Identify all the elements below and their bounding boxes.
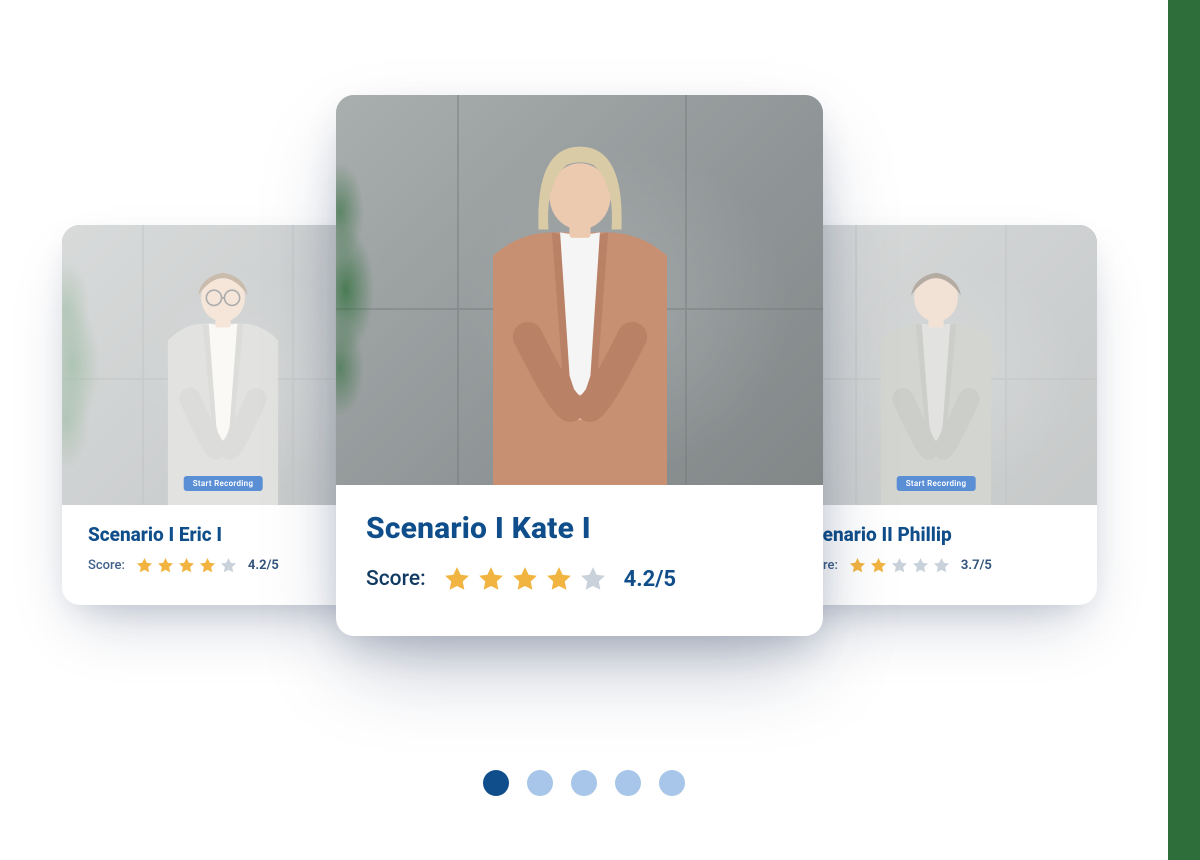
- star-icon: [177, 556, 196, 575]
- carousel-stage: Start Recording Scenario I Eric I Score:…: [0, 0, 1168, 860]
- star-icon: [869, 556, 888, 575]
- start-recording-chip[interactable]: Start Recording: [897, 476, 976, 491]
- star-rating: [848, 556, 951, 575]
- scenario-title: Scenario I Eric I: [88, 523, 358, 546]
- start-recording-chip[interactable]: Start Recording: [184, 476, 263, 491]
- carousel-pagination: [0, 770, 1168, 796]
- star-icon: [476, 564, 506, 594]
- star-icon: [219, 556, 238, 575]
- star-icon: [442, 564, 472, 594]
- side-accent-bar: [1168, 0, 1200, 860]
- carousel-card-active[interactable]: Scenario I Kate I Score: 4.2/5: [336, 95, 823, 636]
- carousel-card-next[interactable]: Start Recording Scenario II Phillip Scor…: [775, 225, 1097, 605]
- score-row: Score: 3.7/5: [801, 556, 1071, 575]
- star-icon: [932, 556, 951, 575]
- scenario-title: Scenario II Phillip: [801, 523, 1071, 546]
- star-rating: [442, 564, 608, 594]
- card-body: Scenario I Kate I Score: 4.2/5: [336, 485, 823, 636]
- star-icon: [198, 556, 217, 575]
- scenario-person-illustration: [128, 225, 318, 505]
- scenario-person-illustration: [430, 95, 730, 485]
- score-label: Score:: [88, 558, 125, 573]
- score-label: Score:: [366, 567, 426, 591]
- scenario-thumbnail: [336, 95, 823, 485]
- star-icon: [578, 564, 608, 594]
- star-icon: [135, 556, 154, 575]
- star-icon: [911, 556, 930, 575]
- score-row: Score: 4.2/5: [88, 556, 358, 575]
- scenario-person-illustration: [841, 225, 1031, 505]
- card-body: Scenario II Phillip Score: 3.7/5: [775, 505, 1097, 605]
- star-icon: [544, 564, 574, 594]
- pagination-dot[interactable]: [527, 770, 553, 796]
- star-icon: [156, 556, 175, 575]
- scenario-title: Scenario I Kate I: [366, 511, 793, 546]
- score-value: 3.7/5: [961, 558, 992, 573]
- star-rating: [135, 556, 238, 575]
- score-value: 4.2/5: [624, 567, 676, 592]
- plant-decoration: [336, 95, 416, 485]
- pagination-dot[interactable]: [571, 770, 597, 796]
- score-value: 4.2/5: [248, 558, 279, 573]
- star-icon: [848, 556, 867, 575]
- scenario-thumbnail: Start Recording: [775, 225, 1097, 505]
- pagination-dot[interactable]: [483, 770, 509, 796]
- pagination-dot[interactable]: [615, 770, 641, 796]
- pagination-dot[interactable]: [659, 770, 685, 796]
- score-row: Score: 4.2/5: [366, 564, 793, 594]
- star-icon: [890, 556, 909, 575]
- star-icon: [510, 564, 540, 594]
- plant-decoration: [62, 225, 122, 505]
